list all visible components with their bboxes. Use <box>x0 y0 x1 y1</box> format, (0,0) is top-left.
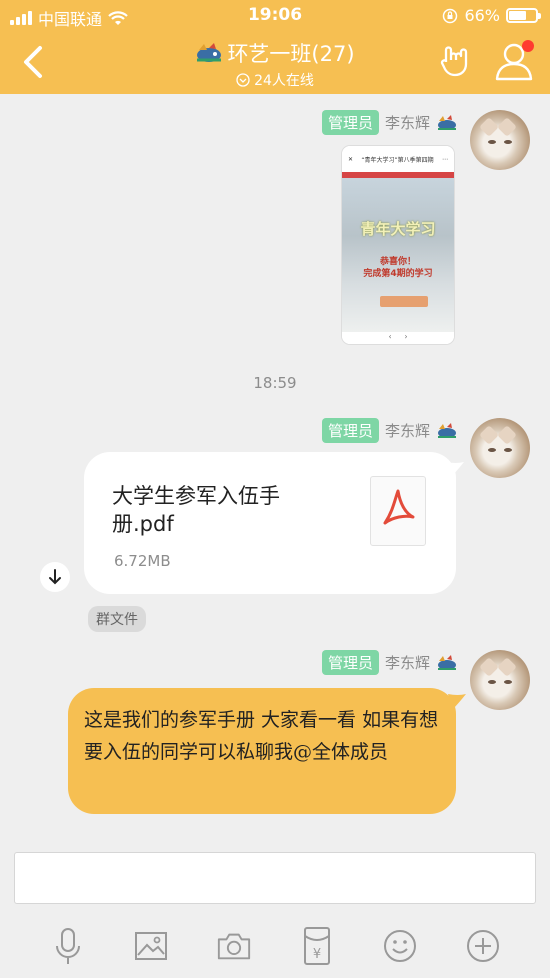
close-icon: ✕ <box>348 155 354 163</box>
camera-icon[interactable] <box>216 926 252 966</box>
status-bar: 中国联通 19:06 66% <box>0 0 550 32</box>
sender-name: 李东辉 <box>384 422 430 440</box>
group-name: 环艺一班(27) <box>227 42 355 66</box>
avatar[interactable] <box>470 418 530 478</box>
image-headline: 青年大学习 <box>360 220 436 238</box>
svg-text:¥: ¥ <box>312 947 320 962</box>
red-packet-icon[interactable]: ¥ <box>299 926 335 966</box>
sender-name: 李东辉 <box>384 114 430 132</box>
download-button[interactable] <box>40 562 70 592</box>
admin-badge: 管理员 <box>321 110 379 135</box>
top-bar: 中国联通 19:06 66% 环艺一班(27) 24人在线 <box>0 0 550 94</box>
online-count: 24人在线 <box>254 73 314 89</box>
timestamp: 18:59 <box>253 374 297 392</box>
sender-row: 管理员 李东辉 <box>321 650 458 675</box>
avatar[interactable] <box>470 650 530 710</box>
file-size: 6.72MB <box>114 552 171 570</box>
group-members-button[interactable] <box>492 40 536 82</box>
level-badge-icon <box>438 422 456 438</box>
plus-icon[interactable] <box>465 926 501 966</box>
image-sub2: 完成第4期的学习 <box>363 269 433 279</box>
rock-hand-icon[interactable] <box>438 44 472 78</box>
image-nav-icons: ‹ › <box>342 332 454 344</box>
message-input[interactable] <box>14 852 536 904</box>
emoji-icon[interactable] <box>382 926 418 966</box>
text-message[interactable]: 这是我们的参军手册 大家看一看 如果有想要入伍的同学可以私聊我@全体成员 <box>68 688 456 814</box>
file-name: 大学生参军入伍手册.pdf <box>112 484 280 536</box>
message-text: 这是我们的参军手册 大家看一看 如果有想要入伍的同学可以私聊我@全体成员 <box>84 709 439 763</box>
image-sub: 恭喜你！ <box>379 257 416 267</box>
battery-icon <box>506 8 541 23</box>
level-badge-icon <box>438 114 456 130</box>
input-toolbar: ¥ <box>0 914 550 978</box>
admin-badge: 管理员 <box>321 418 379 443</box>
group-file-tag: 群文件 <box>88 606 146 632</box>
group-avatar-icon <box>197 43 222 62</box>
image-content: 青年大学习 恭喜你！ 完成第4期的学习 <box>342 172 454 332</box>
file-message[interactable]: 大学生参军入伍手册.pdf 6.72MB <box>84 452 456 594</box>
battery-percent: 66% <box>464 6 500 25</box>
sender-row: 管理员 李东辉 <box>321 110 458 135</box>
admin-badge: 管理员 <box>321 650 379 675</box>
sender-row: 管理员 李东辉 <box>321 418 458 443</box>
rotation-lock-icon <box>443 8 458 23</box>
image-icon[interactable] <box>133 926 169 966</box>
download-arrow-icon <box>49 569 61 585</box>
microphone-icon[interactable] <box>50 926 86 966</box>
chevron-down-circle-icon <box>236 73 250 87</box>
notification-dot <box>522 40 534 52</box>
more-icon: ⋯ <box>442 155 448 163</box>
avatar[interactable] <box>470 110 530 170</box>
pdf-file-icon <box>370 476 426 546</box>
level-badge-icon <box>438 654 456 670</box>
sender-name: 李东辉 <box>384 654 430 672</box>
image-message[interactable]: ✕ “青年大学习”第八季第四期 ⋯ 青年大学习 恭喜你！ 完成第4期的学习 ‹ … <box>342 146 454 344</box>
image-caption: “青年大学习”第八季第四期 <box>361 156 434 164</box>
